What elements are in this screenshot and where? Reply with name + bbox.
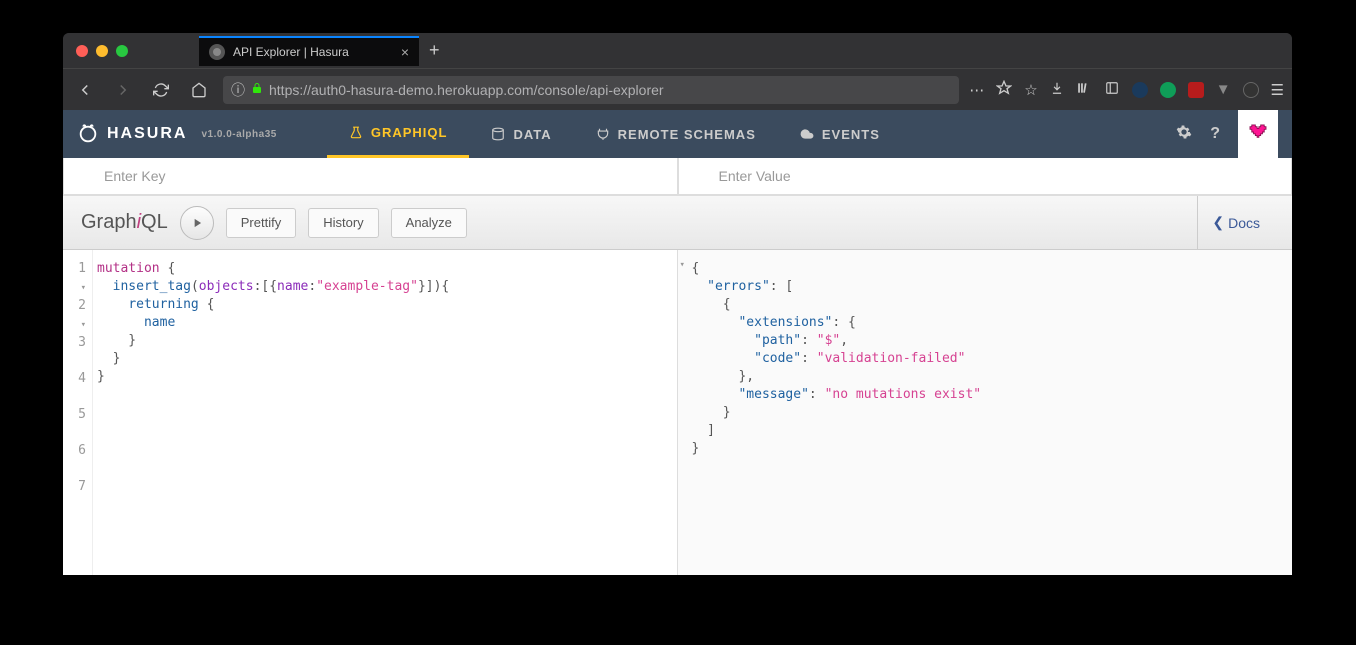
ext-icon-3[interactable] [1188, 82, 1204, 98]
header-key-input[interactable] [63, 158, 678, 195]
prettify-button[interactable]: Prettify [226, 208, 296, 238]
tab-bar: API Explorer | Hasura × + [63, 33, 1292, 68]
line-gutter: 1 ▾ 2 ▾ 3 4 5 6 7 [63, 250, 93, 575]
headers-row [63, 158, 1292, 196]
download-icon[interactable] [1050, 81, 1064, 99]
ext-icon-4[interactable]: ▼ [1216, 81, 1231, 98]
ext-icon-1[interactable] [1132, 82, 1148, 98]
tab-events[interactable]: EVENTS [778, 110, 902, 158]
database-icon [491, 127, 505, 141]
info-icon[interactable]: ⓘ [231, 80, 245, 100]
hasura-nav-right: ? [1176, 110, 1278, 158]
traffic-lights [70, 45, 134, 57]
analyze-button[interactable]: Analyze [391, 208, 467, 238]
query-code[interactable]: mutation { insert_tag(objects:[{name:"ex… [93, 250, 677, 575]
window-minimize-button[interactable] [96, 45, 108, 57]
window-maximize-button[interactable] [116, 45, 128, 57]
graphiql-brand: GraphiQL [81, 211, 168, 234]
tab-remote-schemas[interactable]: REMOTE SCHEMAS [574, 110, 778, 158]
plug-icon [596, 127, 610, 141]
new-tab-button[interactable]: + [429, 40, 440, 61]
result-code: { "errors": [ { "extensions": { "path": … [692, 260, 1279, 458]
tab-favicon-icon [209, 44, 225, 60]
tab-events-label: EVENTS [822, 127, 880, 142]
toolbar-right-icons: ⋯ ☆ ▼ ☰ [969, 80, 1284, 100]
browser-tab[interactable]: API Explorer | Hasura × [199, 36, 419, 66]
play-icon [190, 216, 204, 230]
hasura-version: v1.0.0-alpha35 [201, 129, 276, 140]
fold-icon[interactable]: ▾ [680, 260, 685, 270]
forward-button[interactable] [109, 76, 137, 104]
tab-data-label: DATA [513, 127, 551, 142]
menu-icon[interactable]: ☰ [1271, 81, 1284, 99]
heart-box[interactable] [1238, 110, 1278, 158]
history-button[interactable]: History [308, 208, 378, 238]
url-text: https://auth0-hasura-demo.herokuapp.com/… [269, 82, 664, 98]
settings-icon[interactable] [1176, 124, 1192, 145]
sidebar-icon[interactable] [1104, 81, 1120, 99]
tab-graphiql[interactable]: GRAPHIQL [327, 110, 470, 158]
tab-data[interactable]: DATA [469, 110, 573, 158]
window-close-button[interactable] [76, 45, 88, 57]
url-bar: ⓘ https://auth0-hasura-demo.herokuapp.co… [63, 68, 1292, 110]
hasura-brand-text: HASURA [107, 125, 187, 143]
more-icon[interactable]: ⋯ [969, 81, 984, 99]
query-editor[interactable]: 1 ▾ 2 ▾ 3 4 5 6 7 mutation { insert_tag(… [63, 250, 678, 575]
docs-label: Docs [1228, 215, 1260, 231]
result-pane[interactable]: ▾ { "errors": [ { "extensions": { "path"… [678, 250, 1293, 575]
ext-icon-5[interactable] [1243, 82, 1259, 98]
bookmark-star-icon[interactable]: ☆ [1024, 81, 1037, 99]
tab-remote-schemas-label: REMOTE SCHEMAS [618, 127, 756, 142]
heart-icon [1249, 124, 1267, 145]
hasura-logo[interactable]: HASURA v1.0.0-alpha35 [77, 123, 277, 145]
docs-button[interactable]: ❮ Docs [1197, 196, 1274, 249]
tab-close-icon[interactable]: × [401, 44, 409, 60]
header-value-input[interactable] [678, 158, 1293, 195]
url-input[interactable]: ⓘ https://auth0-hasura-demo.herokuapp.co… [223, 76, 959, 104]
back-button[interactable] [71, 76, 99, 104]
reader-icon[interactable] [996, 80, 1012, 100]
help-icon[interactable]: ? [1210, 125, 1220, 143]
hasura-tabs: GRAPHIQL DATA REMOTE SCHEMAS EVENTS [327, 110, 902, 158]
tab-title: API Explorer | Hasura [233, 45, 349, 59]
graphiql-toolbar: GraphiQL Prettify History Analyze ❮ Docs [63, 196, 1292, 250]
tab-graphiql-label: GRAPHIQL [371, 125, 448, 140]
library-icon[interactable] [1076, 81, 1092, 99]
hasura-nav: HASURA v1.0.0-alpha35 GRAPHIQL DATA REMO… [63, 110, 1292, 158]
cloud-icon [800, 127, 814, 141]
execute-button[interactable] [180, 206, 214, 240]
browser-window: API Explorer | Hasura × + ⓘ https://auth… [63, 33, 1292, 575]
lock-icon [251, 82, 263, 97]
hasura-logo-icon [77, 123, 99, 145]
ext-icon-2[interactable] [1160, 82, 1176, 98]
home-button[interactable] [185, 76, 213, 104]
reload-button[interactable] [147, 76, 175, 104]
flask-icon [349, 126, 363, 140]
chevron-left-icon: ❮ [1212, 214, 1224, 231]
editor-area: 1 ▾ 2 ▾ 3 4 5 6 7 mutation { insert_tag(… [63, 250, 1292, 575]
